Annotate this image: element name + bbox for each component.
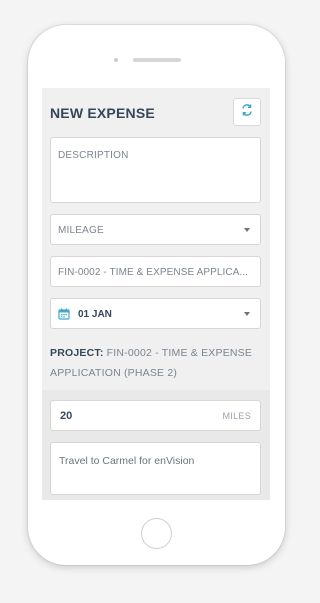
project-label: PROJECT:	[50, 347, 104, 359]
notes-text: Travel to Carmel for enVision	[59, 455, 195, 467]
chevron-down-icon	[244, 312, 250, 316]
description-field[interactable]: DESCRIPTION	[50, 137, 261, 203]
app-screen: NEW EXPENSE DESCRIPTION MILEAGE FIN-0002…	[42, 88, 270, 500]
date-picker[interactable]: 01 JAN	[50, 298, 261, 329]
date-value: 01 JAN	[78, 309, 112, 320]
chevron-down-icon	[244, 228, 250, 232]
speaker-grille	[133, 58, 181, 62]
project-info: PROJECT: FIN-0002 - TIME & EXPENSE APPLI…	[50, 343, 265, 383]
sync-icon	[240, 103, 254, 122]
notes-field[interactable]: Travel to Carmel for enVision	[50, 442, 261, 495]
header: NEW EXPENSE	[42, 88, 270, 134]
miles-input[interactable]: 20 MILES	[50, 400, 261, 431]
description-placeholder: DESCRIPTION	[58, 150, 129, 161]
home-button[interactable]	[141, 518, 172, 549]
camera-dot	[114, 58, 118, 62]
calendar-icon	[58, 308, 70, 323]
sync-button[interactable]	[233, 98, 261, 126]
expense-type-value: MILEAGE	[58, 225, 104, 236]
page-title: NEW EXPENSE	[50, 105, 155, 121]
miles-value: 20	[60, 410, 73, 422]
expense-type-select[interactable]: MILEAGE	[50, 214, 261, 245]
project-select[interactable]: FIN-0002 - TIME & EXPENSE APPLICA...	[50, 256, 261, 287]
project-select-value: FIN-0002 - TIME & EXPENSE APPLICA...	[58, 267, 249, 278]
miles-unit: MILES	[222, 411, 251, 421]
